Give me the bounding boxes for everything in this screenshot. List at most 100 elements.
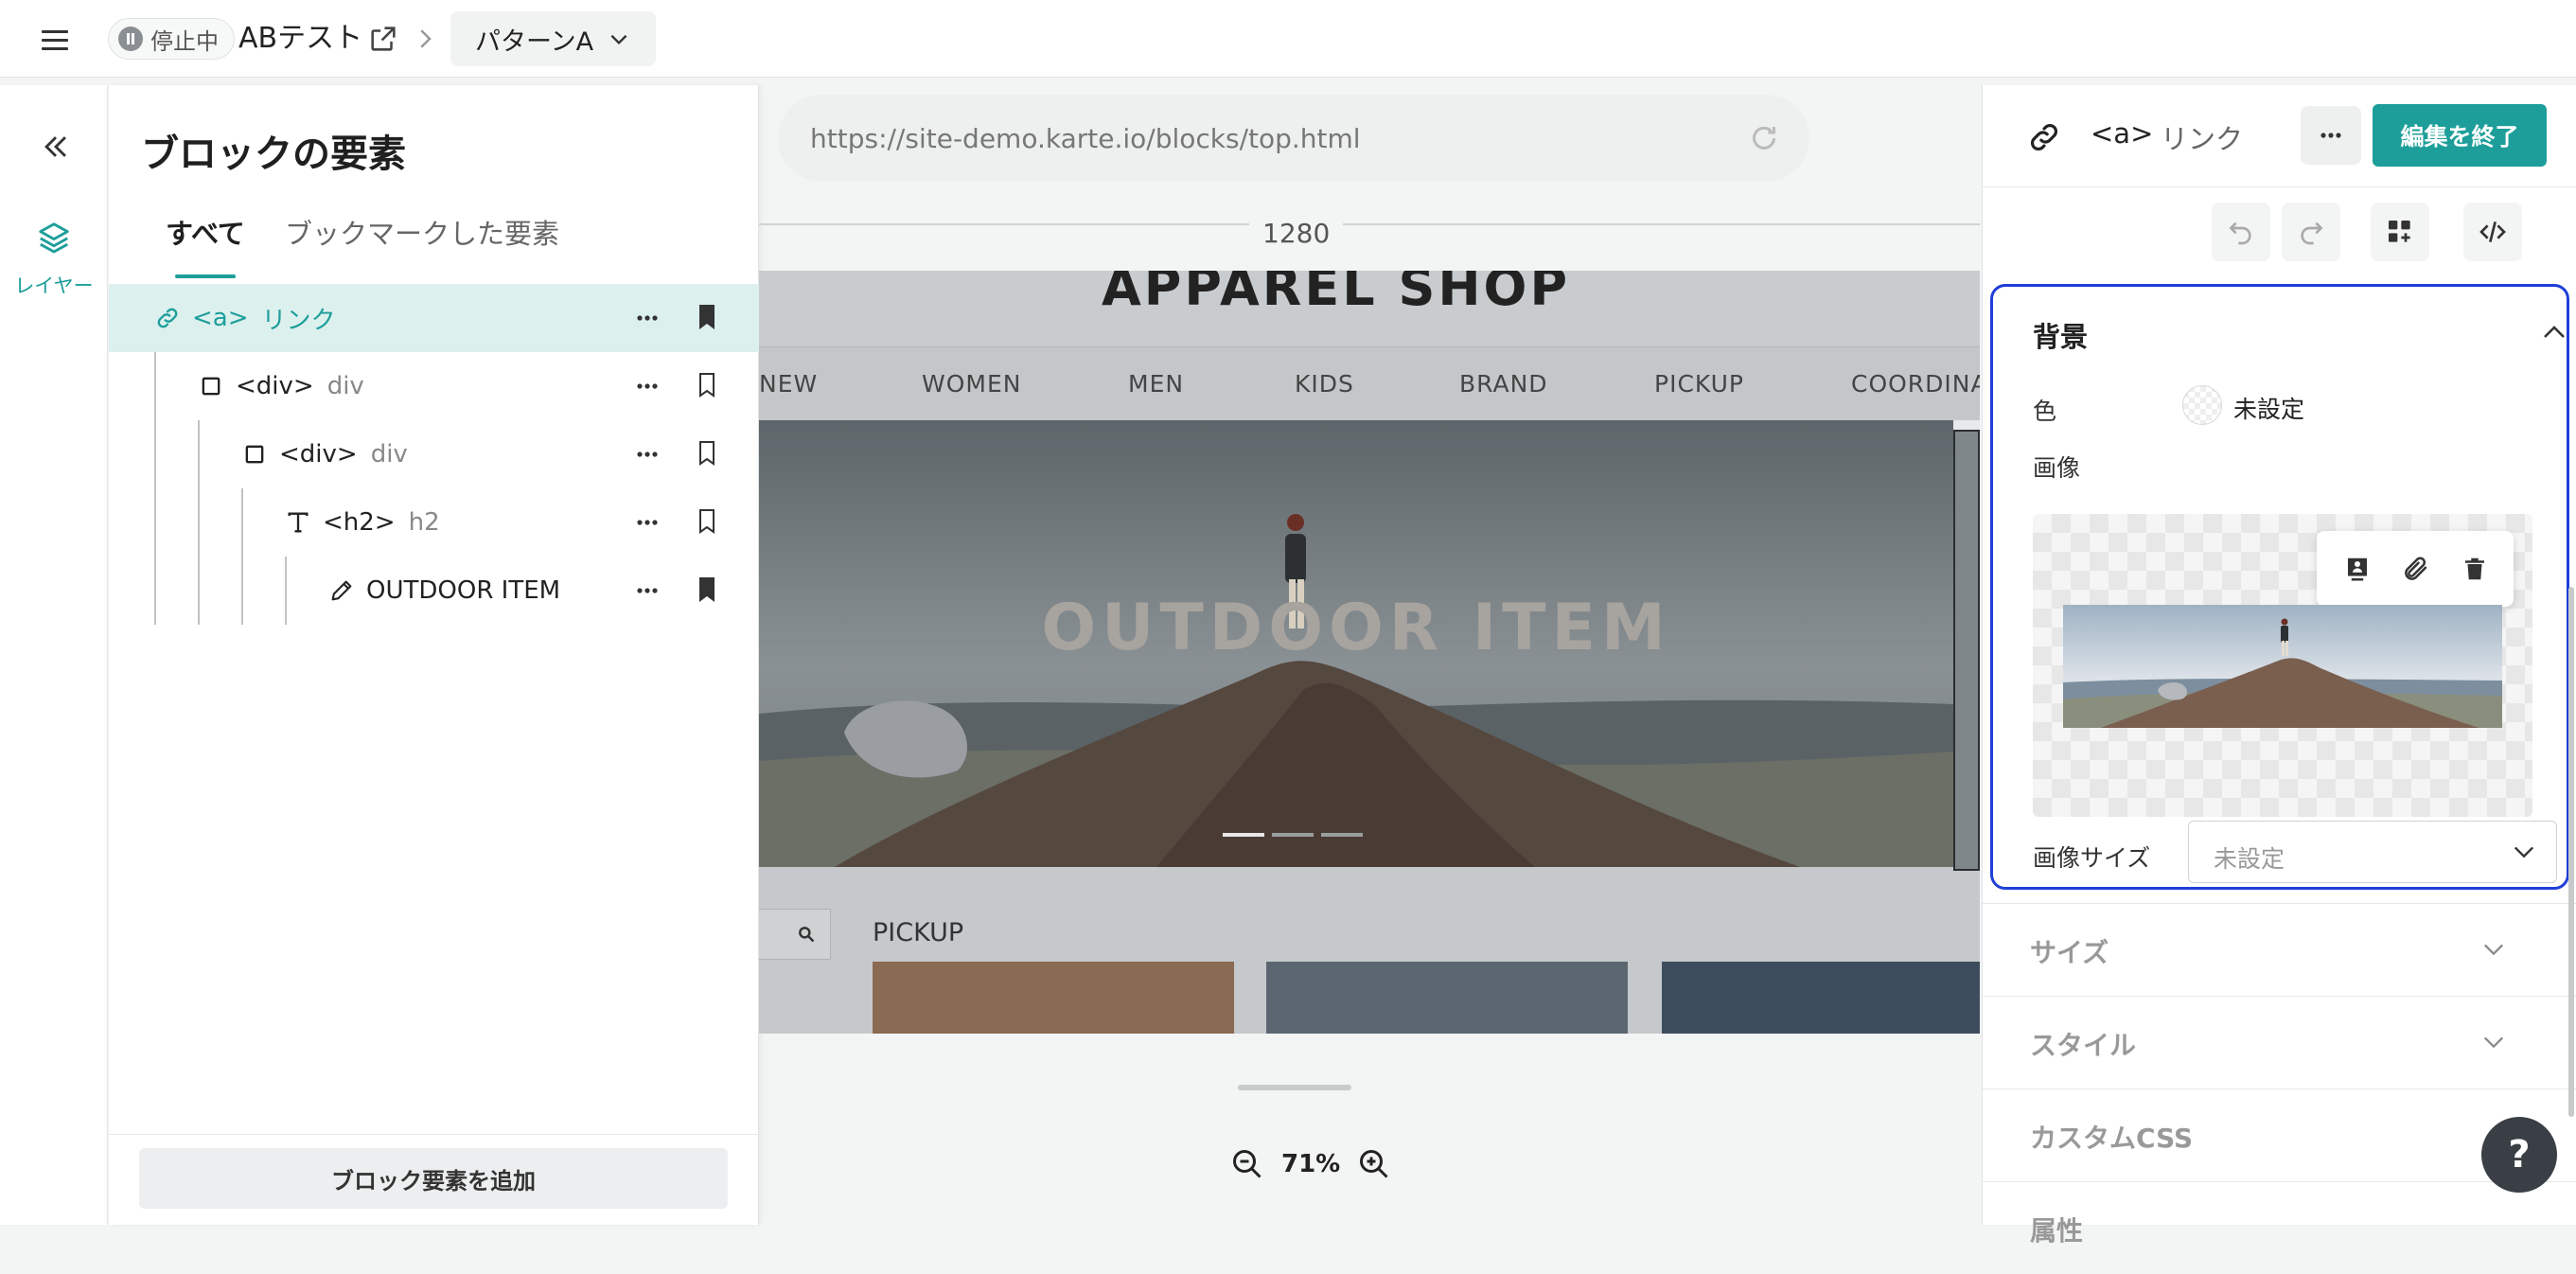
pickup-label: PICKUP — [873, 918, 964, 947]
pattern-select[interactable]: パターンA — [450, 11, 657, 66]
layers-label[interactable]: レイヤー — [0, 271, 108, 299]
more-icon[interactable] — [633, 509, 662, 536]
square-icon — [245, 445, 264, 464]
undo-button[interactable] — [2212, 203, 2270, 261]
add-block-element-button[interactable]: ブロック要素を追加 — [139, 1148, 728, 1209]
code-view-button[interactable] — [2463, 203, 2522, 261]
bookmark-filled-icon[interactable] — [696, 303, 718, 331]
site-nav: NEW WOMEN MEN KIDS BRAND PICKUP COORDINA… — [759, 346, 1980, 420]
nav-item[interactable]: KIDS — [1295, 370, 1354, 398]
url-bar[interactable]: https://site-demo.karte.io/blocks/top.ht… — [778, 95, 1809, 182]
section-title: カスタムCSS — [2030, 1123, 2194, 1154]
style-section[interactable]: スタイル — [1983, 996, 2576, 1088]
more-icon — [2320, 133, 2341, 138]
image-library-icon[interactable] — [2343, 555, 2372, 583]
nav-item[interactable]: PICKUP — [1654, 370, 1744, 398]
resize-handle[interactable] — [1238, 1085, 1351, 1090]
more-options-button[interactable] — [2301, 106, 2361, 165]
nav-item[interactable]: MEN — [1128, 370, 1184, 398]
tree-row-div[interactable]: <div> div — [109, 352, 759, 420]
panel-title: ブロックの要素 — [141, 133, 406, 176]
color-swatch[interactable] — [2182, 385, 2222, 425]
chevron-down-icon — [2483, 944, 2504, 956]
tab-bookmarked[interactable]: ブックマークした要素 — [285, 212, 559, 252]
shop-title: APPAREL SHOP — [1102, 271, 1571, 317]
trash-icon[interactable] — [2461, 555, 2489, 583]
chevron-down-icon — [610, 34, 627, 45]
link-icon — [2031, 124, 2057, 150]
site-preview[interactable]: APPAREL SHOP NEW WOMEN MEN KIDS BRAND PI… — [759, 271, 1980, 1034]
reload-icon[interactable] — [1747, 121, 1781, 155]
code-icon — [2479, 221, 2506, 242]
pickup-thumb[interactable] — [873, 962, 1234, 1034]
add-component-button[interactable] — [2371, 203, 2429, 261]
tree-name: リンク — [261, 306, 336, 335]
tree-tag: <div> — [279, 440, 358, 469]
collapse-icon[interactable] — [40, 131, 72, 163]
tree-row-div[interactable]: <div> div — [109, 420, 759, 488]
external-link-icon[interactable] — [367, 23, 399, 55]
site-below-hero: PICKUP — [759, 867, 1980, 1034]
nav-item[interactable]: WOMEN — [922, 370, 1021, 398]
inspector-scrollbar[interactable] — [2568, 587, 2574, 1117]
finish-editing-button[interactable]: 編集を終了 — [2373, 104, 2547, 167]
bookmark-icon[interactable] — [696, 439, 718, 468]
site-search-box[interactable] — [759, 909, 831, 960]
image-size-select[interactable]: 未設定 — [2188, 821, 2557, 883]
bookmark-filled-icon[interactable] — [696, 575, 718, 604]
status-badge: 停止中 — [108, 18, 235, 60]
layers-panel: ブロックの要素 すべて ブックマークした要素 <a> リンク <div> div — [109, 85, 759, 1225]
tree-name: h2 — [408, 508, 440, 537]
zoom-in-icon[interactable] — [1357, 1147, 1391, 1181]
chevron-down-icon — [2483, 1036, 2504, 1049]
top-bar: 停止中 ABテスト パターンA — [0, 0, 2576, 78]
tree-name: div — [370, 440, 408, 469]
nav-item[interactable]: BRAND — [1459, 370, 1548, 398]
section-title: 属性 — [2030, 1215, 2084, 1247]
nav-item[interactable]: NEW — [759, 370, 818, 398]
help-button[interactable]: ? — [2481, 1117, 2557, 1193]
color-value[interactable]: 未設定 — [2233, 391, 2304, 425]
tab-all[interactable]: すべて — [166, 212, 245, 278]
attach-icon[interactable] — [2402, 555, 2430, 583]
attributes-section[interactable]: 属性 — [1983, 1181, 2576, 1274]
campaign-title[interactable]: ABテスト — [238, 19, 362, 59]
pickup-thumb[interactable] — [1662, 962, 1980, 1034]
chevron-right-icon — [420, 29, 432, 48]
nav-item[interactable]: COORDINATE — [1851, 370, 1980, 398]
inspector-panel: <a> リンク 編集を終了 背景 色 未設定 画像 画像サイズ 未設定 サイズ … — [1982, 85, 2576, 1247]
chevron-up-icon[interactable] — [2542, 323, 2567, 340]
bookmark-icon[interactable] — [696, 507, 718, 536]
undo-icon — [2229, 221, 2251, 245]
width-ruler — [759, 223, 1980, 225]
section-title: 背景 — [2033, 321, 2089, 353]
bookmark-icon[interactable] — [696, 371, 718, 399]
layers-icon[interactable] — [36, 220, 72, 256]
panel-footer: ブロック要素を追加 — [109, 1134, 759, 1225]
left-rail: レイヤー — [0, 85, 108, 1225]
grid-plus-icon — [2389, 221, 2410, 242]
hero-image[interactable]: OUTDOOR ITEM — [759, 420, 1953, 867]
menu-icon[interactable] — [38, 25, 72, 53]
pattern-select-value: パターンA — [475, 27, 594, 57]
site-header: APPAREL SHOP — [759, 271, 1980, 346]
tree-text: OUTDOOR ITEM — [366, 576, 561, 605]
tree-row-h2[interactable]: <h2> h2 — [109, 488, 759, 557]
image-preview[interactable] — [2033, 514, 2532, 817]
redo-button[interactable] — [2282, 203, 2340, 261]
pickup-thumb[interactable] — [1266, 962, 1628, 1034]
more-icon[interactable] — [633, 577, 662, 604]
more-icon[interactable] — [633, 305, 662, 331]
more-icon[interactable] — [633, 441, 662, 468]
thumbnail-photo — [2063, 605, 2502, 728]
more-icon[interactable] — [633, 373, 662, 399]
section-title: スタイル — [2030, 1030, 2137, 1061]
slider-indicators — [1223, 833, 1363, 837]
background-image-thumbnail — [2063, 605, 2502, 728]
zoom-out-icon[interactable] — [1230, 1147, 1264, 1181]
image-size-label: 画像サイズ — [2033, 844, 2151, 872]
size-section[interactable]: サイズ — [1983, 903, 2576, 996]
url-text: https://site-demo.karte.io/blocks/top.ht… — [810, 122, 1361, 154]
tree-row-text[interactable]: OUTDOOR ITEM — [109, 557, 759, 625]
tree-row-link[interactable]: <a> リンク — [109, 284, 759, 352]
